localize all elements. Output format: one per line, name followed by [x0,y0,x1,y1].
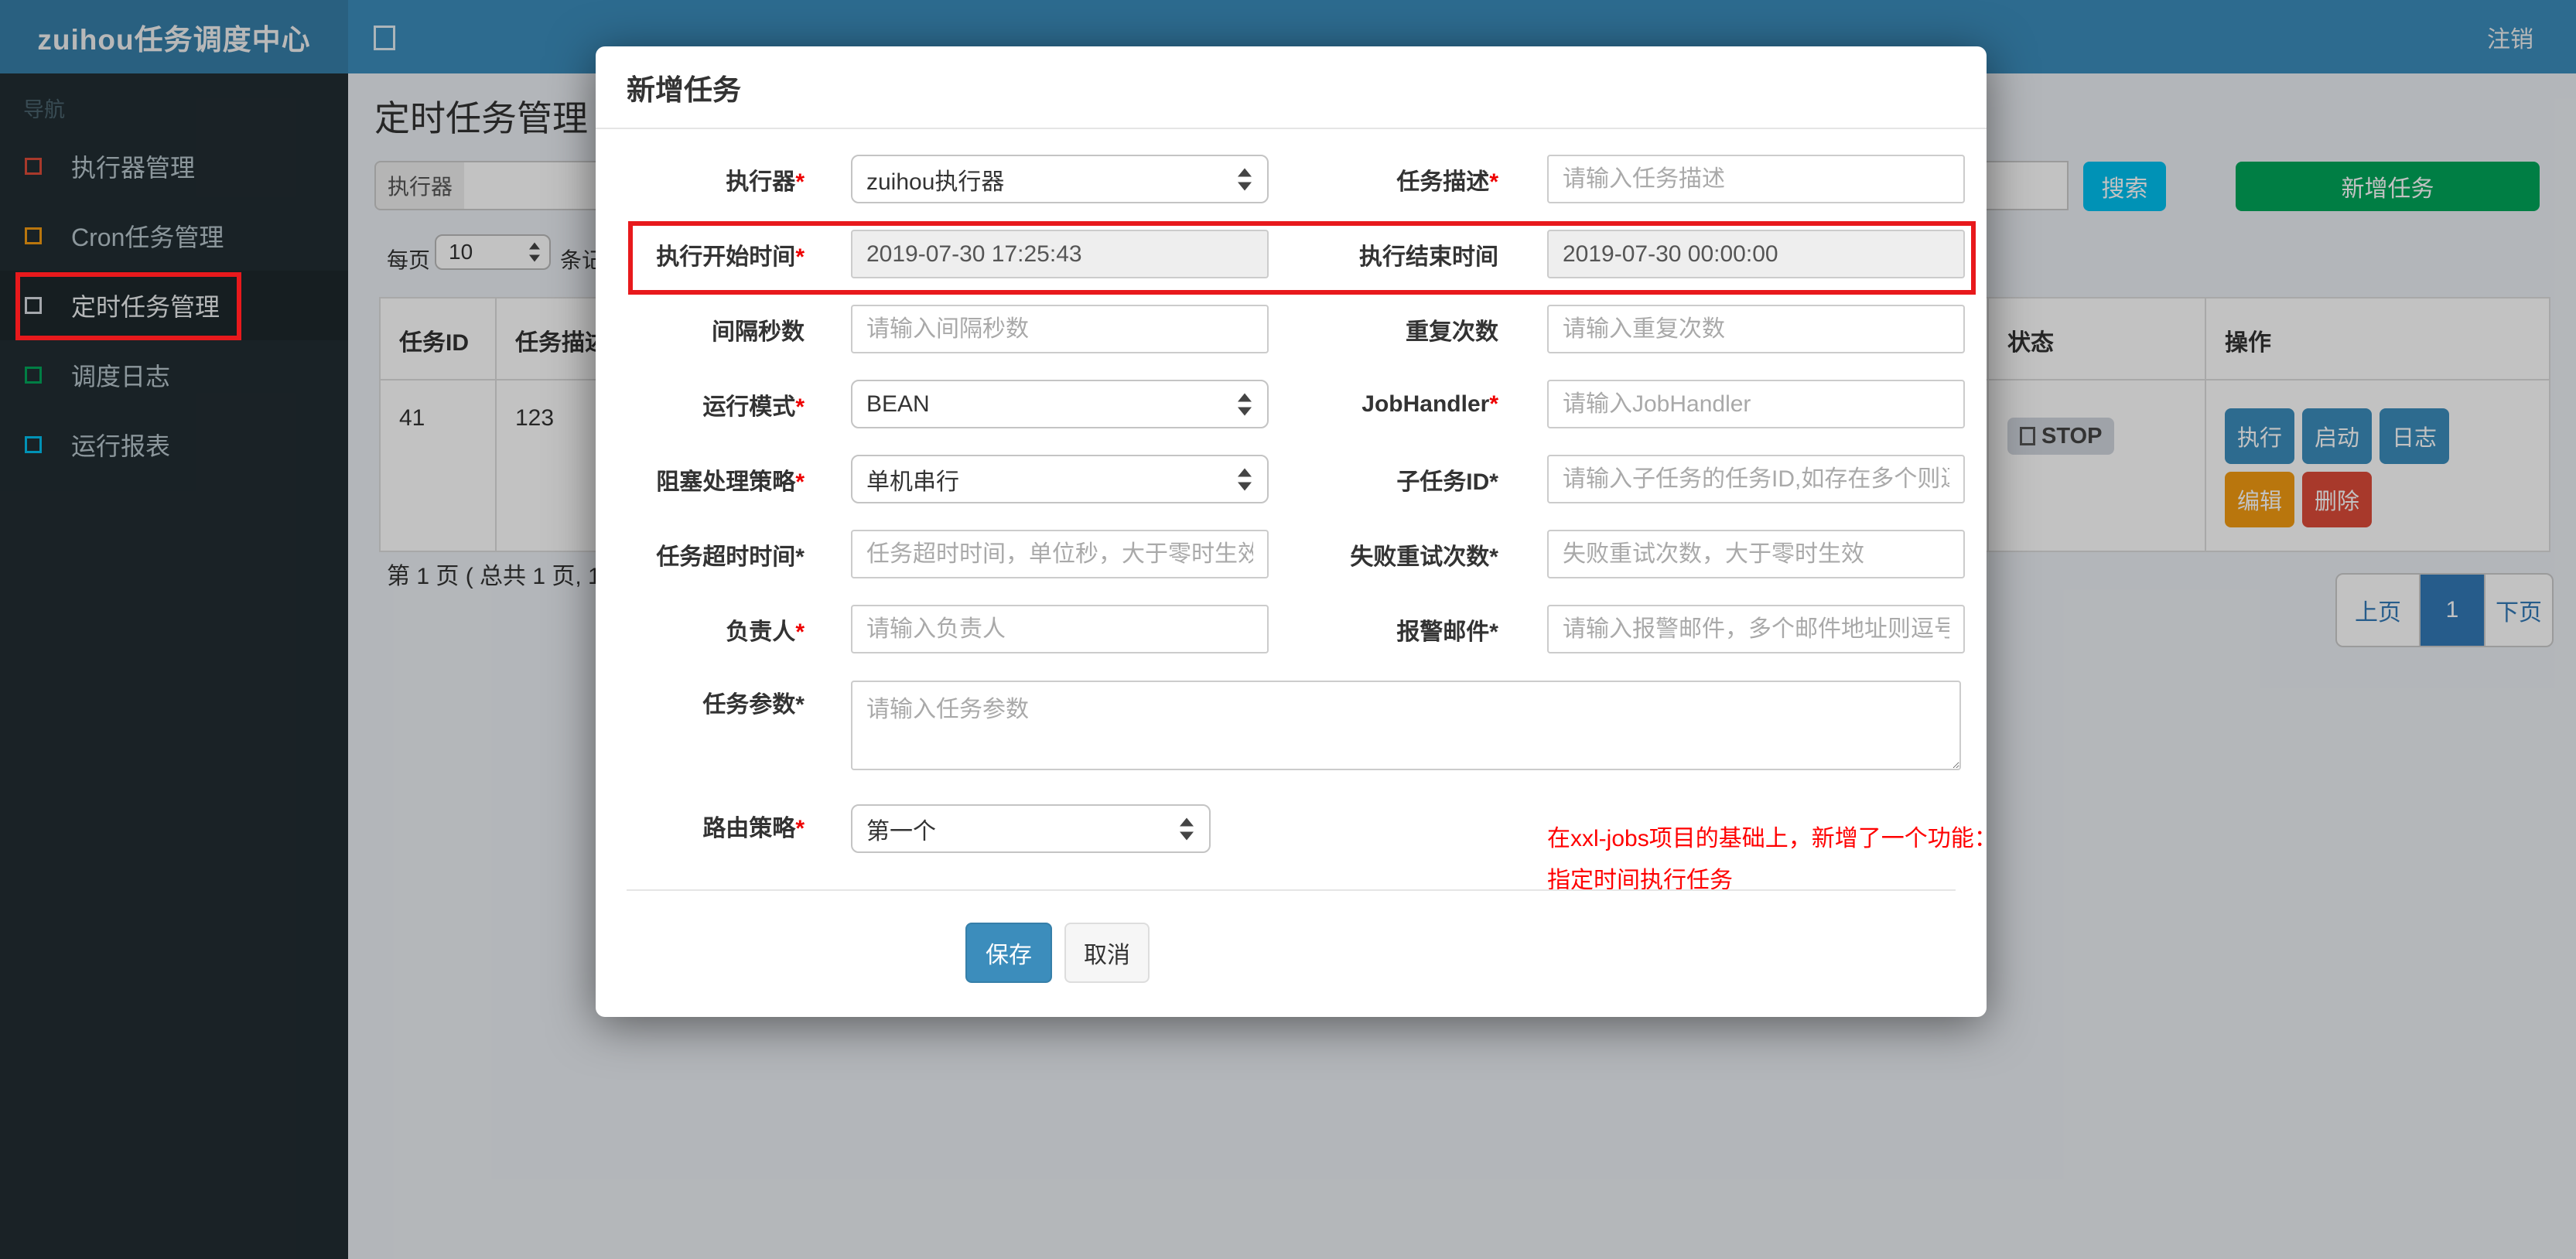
feature-note-line2: 指定时间执行任务 [1547,868,1733,893]
field-label-run-mode: 运行模式* [702,394,805,420]
field-label-task-desc: 任务描述* [1396,169,1498,195]
route-strategy-select-value: 第一个 [866,818,936,844]
task-desc-input[interactable] [1547,155,1965,203]
field-label-owner: 负责人* [726,619,805,645]
field-label-task-params: 任务参数* [702,692,805,718]
modal-footer-divider [627,889,1956,891]
field-label-task-timeout: 任务超时时间* [656,544,805,570]
owner-input[interactable] [851,605,1269,653]
run-mode-select-value: BEAN [866,391,930,417]
task-params-textarea[interactable] [851,681,1961,770]
field-label-executor: 执行器* [726,169,805,195]
block-strategy-select-value: 单机串行 [866,469,959,495]
child-task-id-input[interactable] [1547,455,1965,503]
save-button[interactable]: 保存 [965,923,1052,983]
field-label-repeat-count: 重复次数 [1406,319,1498,345]
field-label-jobhandler: JobHandler* [1361,391,1498,417]
cancel-button[interactable]: 取消 [1064,923,1150,983]
feature-note-line1: 在xxl-jobs项目的基础上，新增了一个功能： [1547,826,1997,851]
block-strategy-select[interactable]: 单机串行 [851,455,1269,503]
app-root: zuihou任务调度中心 注销 导航 执行器管理 Cron任务管理 定时任务管理… [0,0,2576,1259]
select-arrows-icon [1238,393,1252,415]
fail-retry-count-input[interactable] [1547,530,1965,578]
modal-title: 新增任务 [627,73,741,106]
field-label-interval-seconds: 间隔秒数 [712,319,805,345]
route-strategy-select[interactable]: 第一个 [851,804,1211,853]
interval-seconds-input[interactable] [851,305,1269,353]
field-label-child-task-id: 子任务ID* [1396,469,1498,495]
select-arrows-icon [1238,468,1252,490]
annotation-box-datetime-row [628,221,1976,295]
field-label-fail-retry-count: 失败重试次数* [1350,544,1498,570]
annotation-box-sidebar [15,272,241,340]
executor-select-value: zuihou执行器 [866,169,1005,195]
field-label-block-strategy: 阻塞处理策略* [656,469,805,495]
run-mode-select[interactable]: BEAN [851,380,1269,428]
repeat-count-input[interactable] [1547,305,1965,353]
modal-header-divider [596,128,1987,129]
alarm-email-input[interactable] [1547,605,1965,653]
task-timeout-input[interactable] [851,530,1269,578]
add-task-modal: 新增任务 执行器* zuihou执行器 任务描述* 执行开始时间* 执行结 [596,46,1997,1017]
field-label-alarm-email: 报警邮件* [1396,619,1498,645]
field-label-route-strategy: 路由策略* [702,816,805,841]
jobhandler-input[interactable] [1547,380,1965,428]
select-arrows-icon [1180,817,1194,840]
executor-select[interactable]: zuihou执行器 [851,155,1269,203]
select-arrows-icon [1238,168,1252,190]
